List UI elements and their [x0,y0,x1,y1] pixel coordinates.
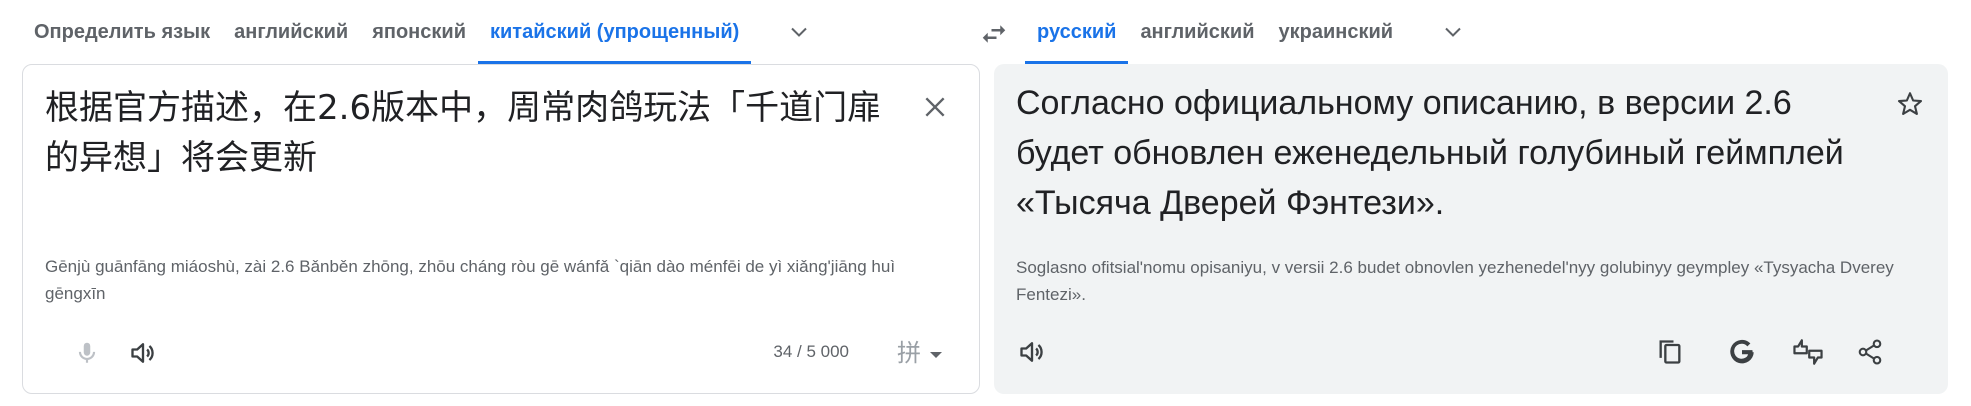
target-language-bar: русский английский украинский [1025,0,1945,64]
save-translation-button[interactable] [1886,80,1934,128]
speaker-icon [131,343,154,363]
copy-translation-button[interactable] [1646,328,1694,376]
google-search-button[interactable] [1718,328,1766,376]
swap-icon [982,25,1006,43]
close-icon [925,97,945,117]
listen-translation-button[interactable] [1008,328,1056,376]
google-g-icon [1730,339,1754,364]
mic-icon [78,342,96,363]
source-lang-more-button[interactable] [771,4,827,60]
target-lang-english[interactable]: английский [1128,0,1266,64]
voice-input-button[interactable] [63,329,111,377]
source-text-panel: 根据官方描述，在2.6版本中，周常肉鸽玩法「千道门扉的异想」将会更新 Gēnjù… [22,64,980,394]
source-lang-japanese[interactable]: японский [360,0,478,64]
chevron-down-icon [791,27,808,37]
feedback-icon [1793,339,1823,365]
swap-languages-button[interactable] [966,6,1022,62]
source-text-input[interactable]: 根据官方描述，在2.6版本中，周常肉鸽玩法「千道门扉的异想」将会更新 [45,83,895,183]
target-lang-ukrainian[interactable]: украинский [1267,0,1406,64]
speaker-icon [1020,342,1043,362]
listen-source-button[interactable] [119,329,167,377]
source-lang-detect[interactable]: Определить язык [22,0,222,64]
share-translation-button[interactable] [1846,328,1894,376]
clear-source-button[interactable] [913,85,957,129]
source-transliteration: Gēnjù guānfāng miáoshù, zài 2.6 Bǎnběn z… [45,257,896,303]
character-count: 34 / 5 000 [773,342,849,361]
translation-text: Согласно официальному описанию, в версии… [1016,84,1844,222]
input-tools-button[interactable]: 拼 [897,333,921,368]
target-lang-russian[interactable]: русский [1025,0,1129,64]
star-icon [1897,92,1923,115]
target-lang-more-button[interactable] [1425,4,1481,60]
source-lang-chinese-simplified[interactable]: китайский (упрощенный) [478,0,752,64]
caret-down-icon [930,352,942,358]
translation-transliteration: Soglasno ofitsial'nomu opisaniyu, v vers… [1016,258,1894,304]
input-tools-dropdown[interactable] [929,347,943,365]
chevron-down-icon [1445,27,1461,37]
copy-icon [1659,340,1681,364]
source-language-bar: Определить язык английский японский кита… [22,0,972,64]
source-lang-english[interactable]: английский [222,0,360,64]
share-icon [1858,339,1882,365]
translation-panel: Согласно официальному описанию, в версии… [994,64,1948,394]
rate-translation-button[interactable] [1784,328,1832,376]
